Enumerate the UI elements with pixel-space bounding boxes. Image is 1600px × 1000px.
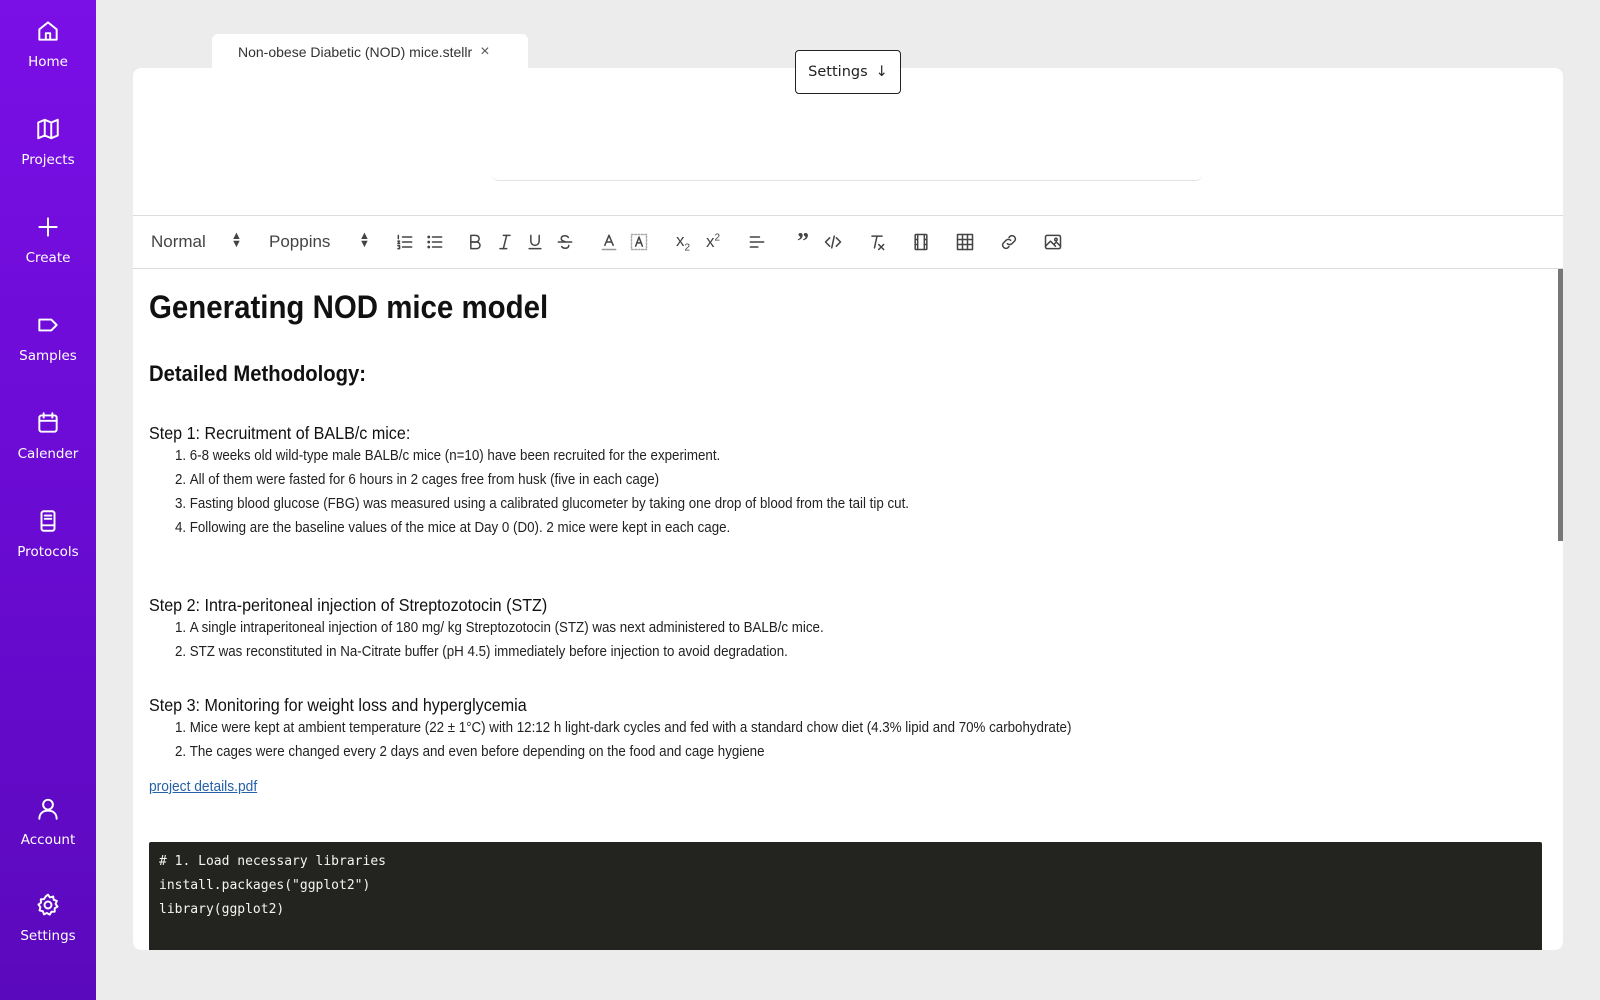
tag-icon <box>38 318 58 332</box>
sidebar-item-settings[interactable]: Settings <box>0 892 96 972</box>
attachment-link[interactable]: project details.pdf <box>149 778 257 795</box>
gear-icon <box>37 893 59 916</box>
subscript-icon[interactable]: x2 <box>671 230 695 254</box>
step-heading: Step 2: Intra-peritoneal injection of St… <box>149 595 548 615</box>
font-select[interactable]: Poppins ▲ ▼ <box>269 231 370 252</box>
blockquote-icon[interactable]: ” <box>791 230 815 254</box>
image-icon[interactable] <box>1041 230 1065 254</box>
list-item: 4. Following are the baseline values of t… <box>175 520 731 536</box>
list-item: 1. A single intraperitoneal injection of … <box>175 620 824 636</box>
sidebar: Home Projects Create Samples Calender Pr… <box>0 0 96 1000</box>
italic-icon[interactable] <box>493 230 517 254</box>
formatting-toolbar: Normal ▲ ▼ Poppins ▲ ▼ x2 x2 ” <box>133 215 1563 269</box>
sidebar-item-projects[interactable]: Projects <box>0 116 96 196</box>
paragraph-style-select[interactable]: Normal ▲ ▼ <box>151 231 242 252</box>
sidebar-item-label: Home <box>28 54 68 70</box>
list-item: 1. Mice were kept at ambient temperature … <box>175 720 1072 736</box>
strikethrough-icon[interactable] <box>553 230 577 254</box>
align-left-icon[interactable] <box>745 230 769 254</box>
sidebar-item-create[interactable]: Create <box>0 214 96 294</box>
bullet-list-icon[interactable] <box>423 230 447 254</box>
sidebar-item-samples[interactable]: Samples <box>0 312 96 392</box>
sidebar-item-label: Account <box>20 832 76 848</box>
ordered-list-icon[interactable] <box>393 230 417 254</box>
document-title: Generating NOD mice model <box>149 289 549 325</box>
step-heading: Step 3: Monitoring for weight loss and h… <box>149 695 527 715</box>
plus-icon <box>38 217 58 237</box>
step-list: 1. A single intraperitoneal injection of … <box>175 616 824 664</box>
bold-icon[interactable] <box>463 230 487 254</box>
code-line: install.packages("ggplot2") <box>159 878 371 893</box>
step-list: 1. Mice were kept at ambient temperature … <box>175 716 1071 764</box>
list-item: 2. All of them were fasted for 6 hours in… <box>175 472 660 488</box>
sidebar-item-label: Samples <box>19 348 77 364</box>
code-line: library(ggplot2) <box>159 902 285 917</box>
sidebar-item-label: Create <box>25 250 71 266</box>
tab-title: Non-obese Diabetic (NOD) mice.stellr <box>238 44 473 60</box>
sidebar-item-label: Settings <box>20 928 76 944</box>
background-color-icon[interactable] <box>627 230 651 254</box>
link-icon[interactable] <box>997 230 1021 254</box>
sidebar-item-label: Projects <box>21 152 75 168</box>
map-icon <box>37 118 59 140</box>
scrollbar[interactable] <box>1558 269 1563 541</box>
document-tab[interactable]: Non-obese Diabetic (NOD) mice.stellr × <box>212 34 528 70</box>
font-value: Poppins <box>269 232 331 251</box>
superscript-icon[interactable]: x2 <box>701 230 725 254</box>
book-icon <box>40 510 56 532</box>
home-icon <box>38 21 58 41</box>
sidebar-item-calender[interactable]: Calender <box>0 410 96 490</box>
document-subtitle: Detailed Methodology: <box>149 361 367 386</box>
code-line: # 1. Load necessary libraries <box>159 854 386 869</box>
editor-content[interactable]: Generating NOD mice model Detailed Metho… <box>133 269 1563 950</box>
calendar-icon <box>38 412 58 433</box>
underline-icon[interactable] <box>523 230 547 254</box>
clear-format-icon[interactable] <box>865 230 889 254</box>
sidebar-item-label: Calender <box>17 446 79 462</box>
user-icon <box>38 798 58 820</box>
code-block[interactable]: # 1. Load necessary libraries install.pa… <box>149 842 1542 950</box>
list-item: 3. Fasting blood glucose (FBG) was measur… <box>175 496 909 512</box>
list-item: 2. STZ was reconstituted in Na-Citrate bu… <box>175 644 788 660</box>
select-arrows-icon: ▲ ▼ <box>359 230 370 250</box>
sidebar-item-protocols[interactable]: Protocols <box>0 508 96 588</box>
step-heading: Step 1: Recruitment of BALB/c mice: <box>149 423 411 443</box>
sidebar-item-label: Protocols <box>17 544 79 560</box>
list-item: 2. The cages were changed every 2 days an… <box>175 744 765 760</box>
table-icon[interactable] <box>953 230 977 254</box>
font-color-icon[interactable] <box>597 230 621 254</box>
select-arrows-icon: ▲ ▼ <box>231 230 242 250</box>
step-list: 1. 6-8 weeks old wild-type male BALB/c mi… <box>175 444 909 540</box>
sidebar-item-account[interactable]: Account <box>0 796 96 876</box>
code-block-icon[interactable] <box>821 230 845 254</box>
close-icon[interactable]: × <box>480 43 489 61</box>
sidebar-item-home[interactable]: Home <box>0 18 96 98</box>
video-icon[interactable] <box>909 230 933 254</box>
paragraph-style-value: Normal <box>151 232 206 251</box>
list-item: 1. 6-8 weeks old wild-type male BALB/c mi… <box>175 448 721 464</box>
